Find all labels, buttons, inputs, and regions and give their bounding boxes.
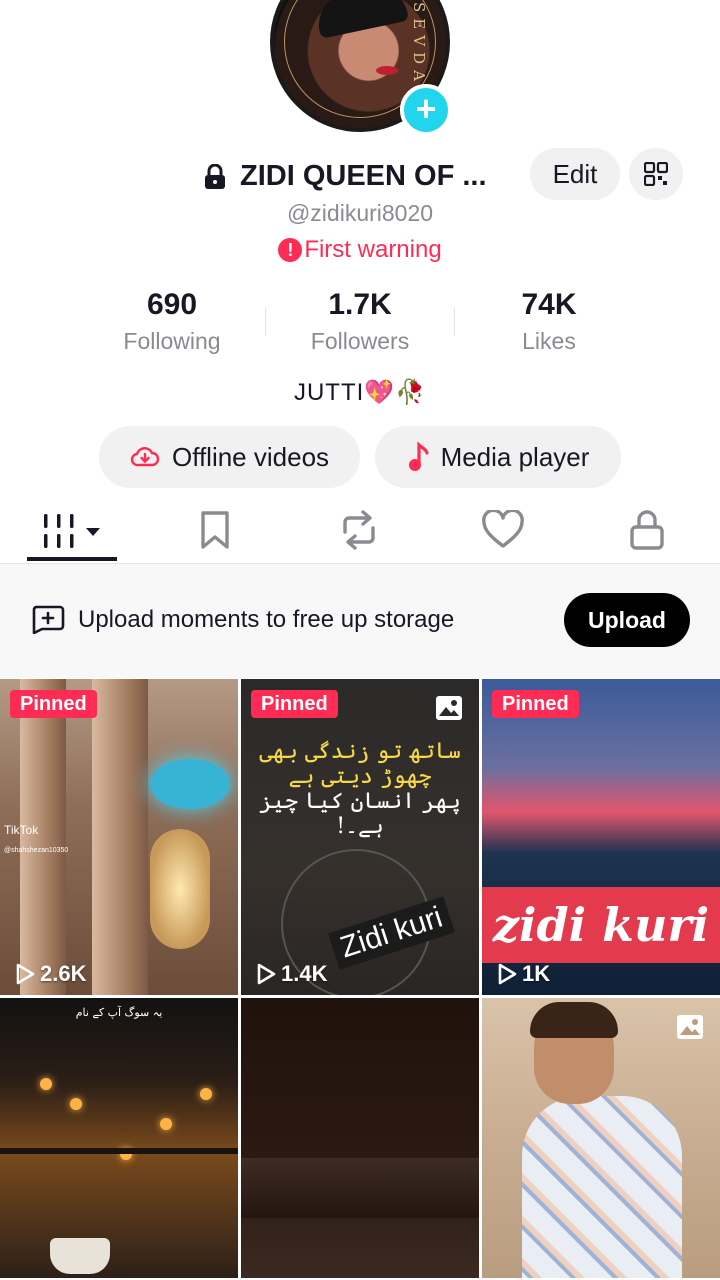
bookmark-icon — [201, 511, 229, 549]
stat-value: 74K — [521, 288, 577, 321]
zidi-kuri-banner: zidi kuri — [482, 887, 720, 963]
tab-videos[interactable] — [27, 498, 117, 562]
heart-icon — [482, 510, 524, 548]
urdu-text-line2: پھر انسان کیا چیز ہے۔! — [259, 789, 461, 839]
upload-banner-text: Upload moments to free up storage — [78, 606, 455, 633]
music-note-icon — [408, 442, 429, 471]
view-count: 1.4K — [255, 961, 327, 987]
repost-icon — [343, 510, 375, 550]
photo-icon — [677, 1015, 703, 1039]
thumbnail-art — [70, 1098, 82, 1110]
pinned-badge: Pinned — [10, 690, 97, 718]
avatar-signature: SEVDA — [410, 2, 428, 87]
view-count-value: 1K — [522, 961, 551, 986]
videos-grid-icon — [44, 514, 100, 548]
thumbnail-art — [150, 759, 230, 809]
stat-followers[interactable]: 1.7K Followers — [265, 288, 455, 355]
avatar-container[interactable]: SEVDA + — [270, 0, 452, 136]
play-icon — [16, 963, 35, 985]
lock-icon — [205, 163, 225, 189]
stat-likes[interactable]: 74K Likes — [454, 288, 644, 355]
view-count-value: 2.6K — [40, 961, 87, 986]
profile-stats: 690 Following 1.7K Followers 74K Likes — [0, 288, 720, 360]
thumbnail-art — [241, 1158, 479, 1218]
stat-label: Following — [123, 328, 221, 354]
video-thumbnail[interactable]: یہ سوگ آپ کے نام — [0, 998, 238, 1278]
play-icon — [498, 963, 517, 985]
stat-label: Followers — [310, 328, 410, 354]
upload-button[interactable]: Upload — [564, 593, 690, 647]
qr-code-button[interactable] — [629, 148, 683, 200]
offline-videos-label: Offline videos — [171, 441, 330, 472]
thumbnail-art — [160, 1118, 172, 1130]
thumbnail-art — [20, 679, 66, 995]
tab-reposts[interactable] — [314, 498, 404, 562]
media-player-button[interactable]: Media player — [375, 426, 621, 488]
qr-code-icon — [644, 162, 668, 186]
photo-icon — [436, 696, 462, 720]
offline-videos-button[interactable]: Offline videos — [99, 426, 360, 488]
thumbnail-art — [530, 1002, 618, 1038]
tiktok-watermark: TikTok — [4, 823, 39, 837]
video-thumbnail[interactable] — [482, 998, 720, 1278]
tab-liked[interactable] — [458, 498, 548, 562]
active-tab-indicator — [27, 557, 117, 561]
profile-name-group: ZIDI QUEEN OF ... — [204, 160, 487, 193]
thumbnail-art — [150, 829, 210, 949]
thumbnail-art — [50, 1238, 110, 1274]
media-player-label: Media player — [440, 441, 590, 472]
video-thumbnail[interactable]: TikTok @shahshezan10350 Pinned 2.6K — [0, 679, 238, 995]
pinned-badge: Pinned — [492, 690, 579, 718]
profile-bio: JUTTI💖🥀 — [293, 379, 427, 406]
view-count: 2.6K — [14, 961, 86, 987]
tiktok-watermark-user: @shahshezan10350 — [4, 847, 69, 854]
video-thumbnail[interactable]: ساتھ تو زندگی بھی چھوڑ دیتی ہے پھر انسان… — [241, 679, 479, 995]
thumbnail-art — [92, 679, 148, 995]
stat-following[interactable]: 690 Following — [77, 288, 267, 355]
name-row: ZIDI QUEEN OF ... Edit — [0, 146, 720, 202]
stat-label: Likes — [522, 328, 576, 354]
urdu-caption: یہ سوگ آپ کے نام — [75, 1006, 163, 1019]
play-icon — [257, 963, 276, 985]
video-thumbnail[interactable] — [241, 998, 479, 1278]
add-box-icon — [32, 605, 65, 634]
warning-icon: ! — [278, 238, 303, 262]
profile-tabs — [0, 498, 720, 564]
stat-value: 690 — [146, 288, 198, 321]
stat-value: 1.7K — [328, 288, 392, 321]
thumbnail-art — [40, 1078, 52, 1090]
warning-notice[interactable]: ! First warning — [0, 236, 720, 264]
tab-private[interactable] — [602, 498, 692, 562]
add-avatar-button[interactable]: + — [400, 84, 452, 136]
upload-banner: Upload moments to free up storage Upload — [0, 564, 720, 678]
thumbnail-art — [522, 1096, 682, 1278]
plus-icon: + — [415, 88, 437, 129]
profile-handle: @zidikuri8020 — [286, 200, 434, 226]
lock-icon — [630, 510, 664, 550]
tab-favorites[interactable] — [170, 498, 260, 562]
view-count-value: 1.4K — [281, 961, 328, 986]
view-count: 1K — [496, 961, 550, 987]
cloud-download-icon — [130, 447, 160, 467]
thumbnail-art — [0, 1148, 238, 1154]
avatar-lips — [376, 66, 398, 75]
warning-text: First warning — [304, 236, 442, 263]
pinned-badge: Pinned — [251, 690, 338, 718]
profile-display-name[interactable]: ZIDI QUEEN OF ... — [240, 160, 487, 193]
thumbnail-art — [200, 1088, 212, 1100]
urdu-text-line1: ساتھ تو زندگی بھی چھوڑ دیتی ہے — [259, 739, 461, 789]
video-thumbnail[interactable]: zidi kuri Pinned 1K — [482, 679, 720, 995]
edit-profile-button[interactable]: Edit — [530, 148, 620, 200]
